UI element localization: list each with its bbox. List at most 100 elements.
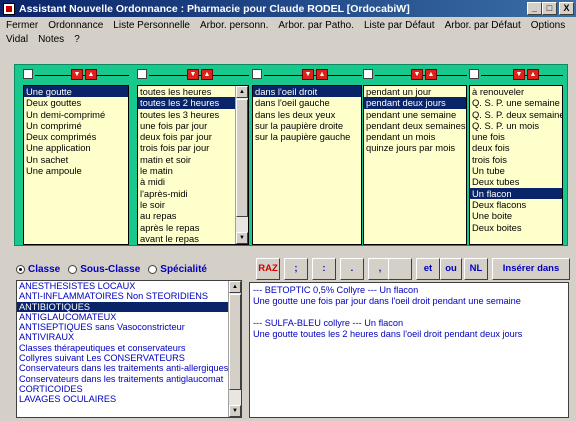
list-item[interactable]: Une boite (470, 210, 562, 221)
menu-help[interactable]: ? (74, 33, 80, 47)
list-item[interactable]: trois fois par jour (138, 142, 248, 153)
frequency-checkbox[interactable] (137, 69, 147, 79)
list-item[interactable]: avant le repas (138, 233, 248, 244)
ou-button[interactable]: ou (440, 258, 462, 280)
list-item[interactable]: toutes les 2 heures (138, 97, 248, 109)
list-item[interactable]: l'après-midi (138, 188, 248, 199)
radio-specialite[interactable]: Spécialité (148, 264, 207, 275)
radio-classe-dot[interactable] (16, 264, 25, 274)
list-item[interactable]: sur la paupière droite (253, 120, 361, 131)
blank-button[interactable] (388, 258, 412, 280)
list-item[interactable]: Conservateurs dans les traitements anti-… (17, 363, 241, 373)
list-item[interactable]: pendant deux jours (364, 97, 466, 109)
dose-up-arrow-button[interactable]: ▲ (85, 69, 97, 80)
list-item[interactable]: sur la paupière gauche (253, 131, 361, 142)
list-item[interactable]: dans l'oeil droit (253, 86, 361, 98)
scroll-thumb[interactable] (236, 99, 248, 217)
semicolon-button[interactable]: ; (284, 258, 308, 280)
list-item[interactable]: une fois (470, 131, 562, 142)
scroll-up-button[interactable]: ▲ (236, 86, 248, 98)
et-button[interactable]: et (416, 258, 440, 280)
duration-up-arrow-button[interactable]: ▲ (425, 69, 437, 80)
location-checkbox[interactable] (252, 69, 262, 79)
list-item[interactable]: pendant un jour (364, 86, 466, 97)
scroll-up-button[interactable]: ▲ (229, 281, 241, 293)
close-button[interactable]: X (559, 2, 574, 15)
list-item[interactable]: Une ampoule (24, 165, 128, 176)
menu-liste-personnelle[interactable]: Liste Personnelle (113, 19, 190, 33)
list-item[interactable]: ANTIBIOTIQUES (17, 301, 241, 312)
list-item[interactable]: Un comprimé (24, 120, 128, 131)
dose-list[interactable]: Une goutte Deux gouttes Un demi-comprimé Un… (23, 85, 129, 245)
list-item[interactable]: toutes les 3 heures (138, 109, 248, 120)
scroll-down-button[interactable]: ▼ (236, 232, 248, 244)
list-item[interactable]: pendant une semaine (364, 109, 466, 120)
newline-button[interactable]: NL (464, 258, 488, 280)
class-list[interactable]: ANESTHESISTES LOCAUX ANTI-INFLAMMATOIRES … (16, 280, 242, 418)
list-item[interactable]: Un sachet (24, 154, 128, 165)
duration-list[interactable]: pendant un jour pendant deux jours pendant… (363, 85, 467, 245)
list-item[interactable]: au repas (138, 210, 248, 221)
menu-arbor-par-defaut[interactable]: Arbor. par Défaut (445, 19, 521, 33)
scroll-down-button[interactable]: ▼ (229, 405, 241, 417)
quantity-up-arrow-button[interactable]: ▲ (527, 69, 539, 80)
period-button[interactable]: . (340, 258, 364, 280)
frequency-list[interactable]: toutes les heures toutes les 2 heures tout… (137, 85, 249, 245)
menu-arbor-par-patho[interactable]: Arbor. par Patho. (278, 19, 354, 33)
list-item[interactable]: Q. S. P. deux semaines (470, 109, 562, 120)
class-list-scrollbar[interactable]: ▲ ▼ (228, 281, 241, 417)
list-item[interactable]: Deux flacons (470, 199, 562, 210)
list-item[interactable]: ANTIVIRAUX (17, 332, 241, 342)
list-item[interactable]: une fois par jour (138, 120, 248, 131)
list-item[interactable]: Un tube (470, 165, 562, 176)
scroll-thumb[interactable] (229, 294, 241, 390)
list-item[interactable]: ANESTHESISTES LOCAUX (17, 281, 241, 291)
list-item[interactable]: pendant deux semaines (364, 120, 466, 131)
radio-sous-classe[interactable]: Sous-Classe (68, 264, 140, 275)
list-item[interactable]: Un demi-comprimé (24, 109, 128, 120)
list-item[interactable]: Deux boites (470, 222, 562, 233)
list-item[interactable]: Q. S. P. un mois (470, 120, 562, 131)
list-item[interactable]: Une application (24, 142, 128, 153)
quantity-down-arrow-button[interactable]: ▼ (513, 69, 525, 80)
list-item[interactable]: matin et soir (138, 154, 248, 165)
dose-down-arrow-button[interactable]: ▼ (71, 69, 83, 80)
list-item[interactable]: Deux tubes (470, 176, 562, 187)
maximize-button[interactable]: □ (542, 2, 557, 15)
menu-arbor-personn[interactable]: Arbor. personn. (200, 19, 268, 33)
list-item[interactable]: pendant un mois (364, 131, 466, 142)
list-item[interactable]: Collyres suivant Les CONSERVATEURS (17, 353, 241, 363)
radio-sous-classe-dot[interactable] (68, 264, 78, 274)
frequency-up-arrow-button[interactable]: ▲ (201, 69, 213, 80)
list-item[interactable]: à midi (138, 176, 248, 187)
list-item[interactable]: ANTIGLAUCOMATEUX (17, 312, 241, 322)
quantity-list[interactable]: à renouveler Q. S. P. une semaine Q. S. P.… (469, 85, 563, 245)
list-item[interactable]: dans l'oeil gauche (253, 97, 361, 108)
location-up-arrow-button[interactable]: ▲ (316, 69, 328, 80)
list-item[interactable]: le matin (138, 165, 248, 176)
dose-checkbox[interactable] (23, 69, 33, 79)
list-item[interactable]: trois fois (470, 154, 562, 165)
list-item[interactable]: Deux comprimés (24, 131, 128, 142)
list-item[interactable]: à renouveler (470, 86, 562, 97)
list-item[interactable]: deux fois (470, 142, 562, 153)
duration-checkbox[interactable] (363, 69, 373, 79)
location-list[interactable]: dans l'oeil droit dans l'oeil gauche dans … (252, 85, 362, 245)
list-item[interactable]: toutes les heures (138, 86, 248, 97)
frequency-down-arrow-button[interactable]: ▼ (187, 69, 199, 80)
list-item[interactable]: dans les deux yeux (253, 109, 361, 120)
list-item[interactable]: Un flacon (470, 187, 562, 199)
colon-button[interactable]: : (312, 258, 336, 280)
raz-button[interactable]: RAZ (256, 258, 280, 280)
list-item[interactable]: Une goutte (24, 86, 128, 98)
frequency-scrollbar[interactable]: ▲ ▼ (235, 86, 248, 244)
insert-into-prescription-button[interactable]: Insérer dans Ord. (492, 258, 570, 294)
menu-notes[interactable]: Notes (38, 33, 64, 47)
list-item[interactable]: ANTISEPTIQUES sans Vasoconstricteur (17, 322, 241, 332)
list-item[interactable]: LAVAGES OCULAIRES (17, 394, 241, 404)
menu-ordonnance[interactable]: Ordonnance (48, 19, 103, 33)
list-item[interactable]: après le repas (138, 222, 248, 233)
radio-classe[interactable]: Classe (16, 264, 60, 275)
list-item[interactable]: quinze jours par mois (364, 142, 466, 153)
menu-options[interactable]: Options (531, 19, 565, 33)
